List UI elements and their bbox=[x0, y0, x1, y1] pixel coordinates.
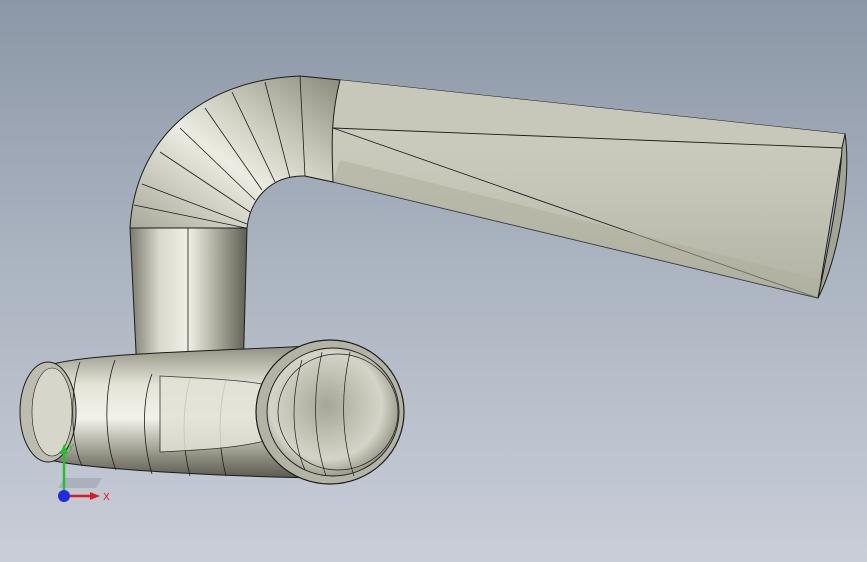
graphics-viewport[interactable]: Y X bbox=[0, 0, 867, 562]
x-axis-arrow bbox=[90, 492, 100, 500]
orientation-triad: Y X bbox=[58, 443, 110, 503]
y-axis-arrow bbox=[60, 444, 68, 454]
reducer-sleeve bbox=[159, 375, 269, 453]
x-axis-label: X bbox=[103, 492, 110, 503]
right-pipe-bore bbox=[266, 347, 400, 477]
z-axis-dot bbox=[58, 490, 70, 502]
duct-model[interactable] bbox=[0, 0, 867, 562]
y-axis-label: Y bbox=[67, 443, 75, 454]
